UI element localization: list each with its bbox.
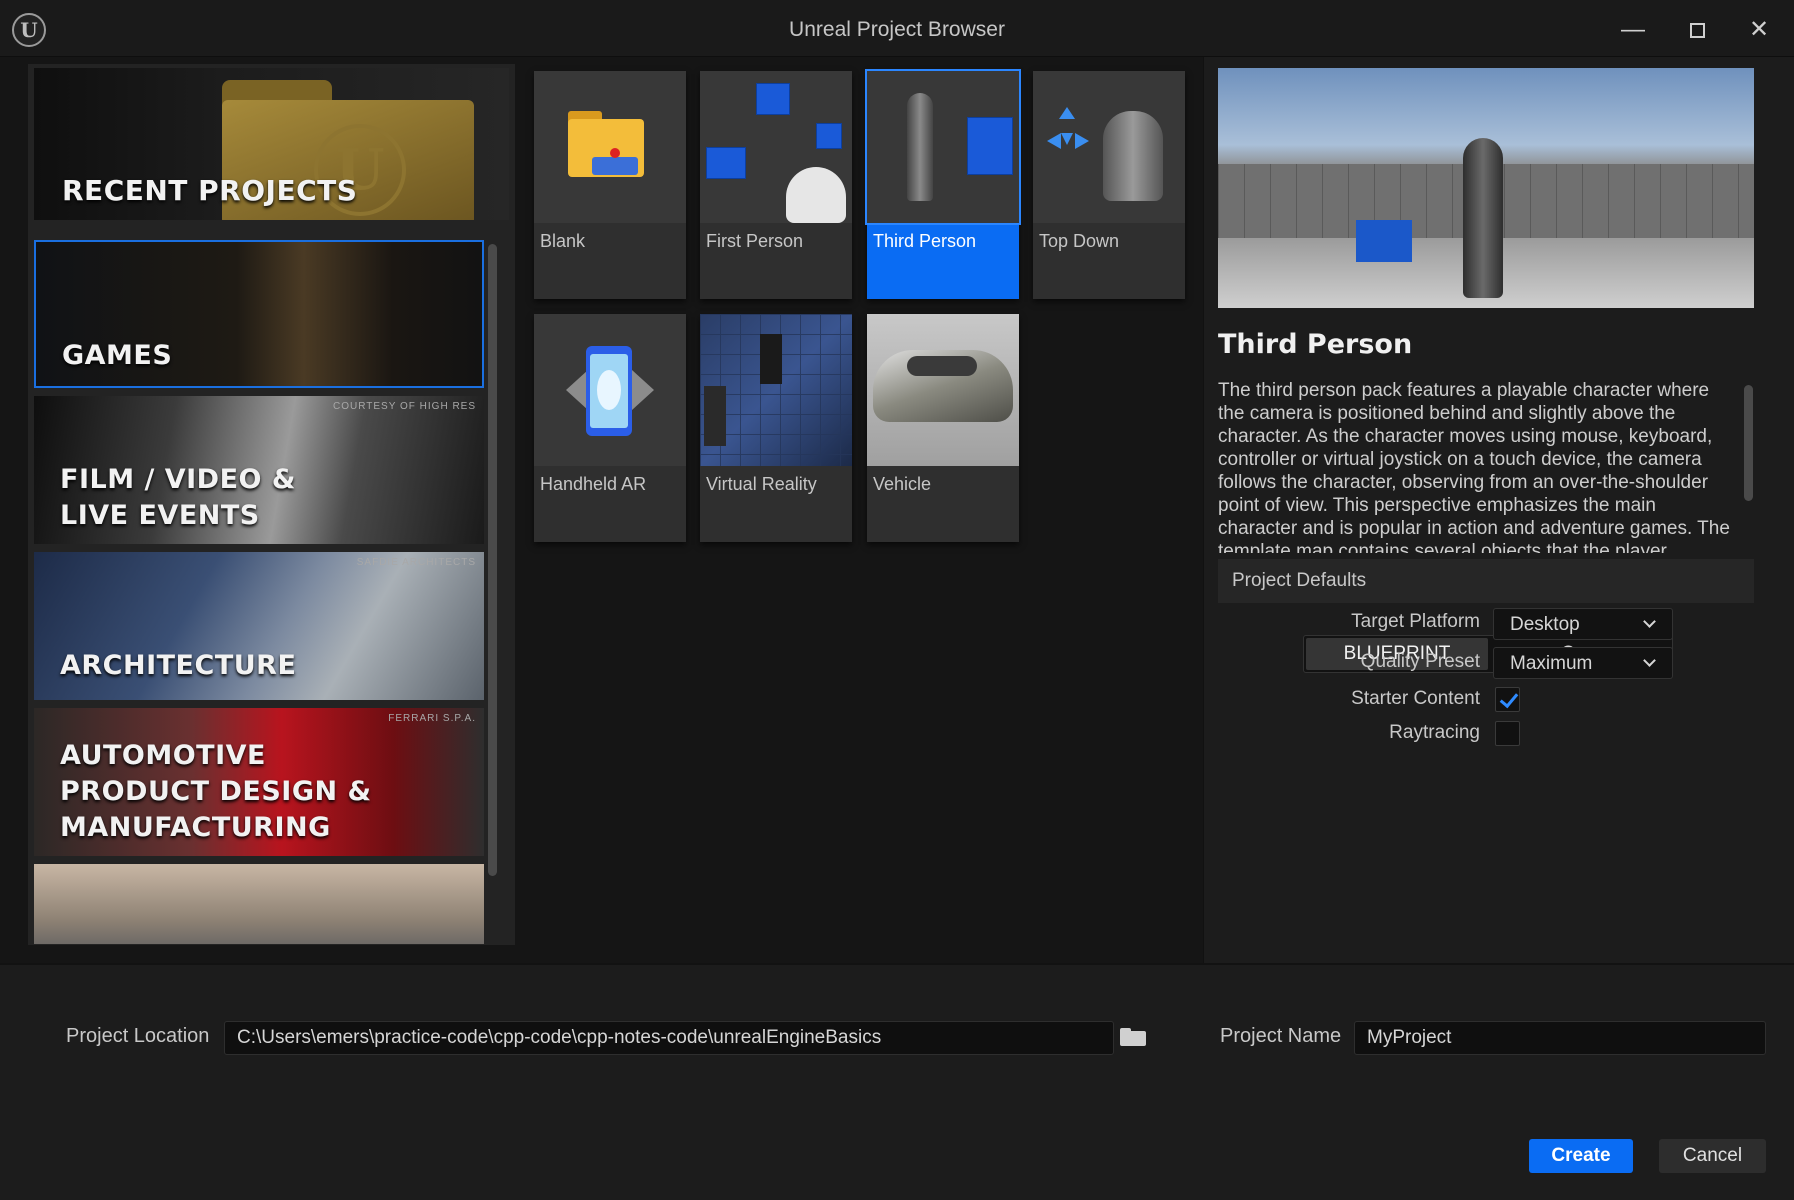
template-third-person[interactable]: Third Person	[865, 69, 1021, 299]
project-location-input[interactable]: C:\Users\emers\practice-code\cpp-code\cp…	[224, 1021, 1114, 1055]
template-label: Handheld AR	[540, 474, 647, 494]
blank-thumbnail	[534, 71, 686, 223]
target-platform-dropdown[interactable]: Desktop	[1493, 608, 1673, 640]
project-settings-footer: Project Location C:\Users\emers\practice…	[0, 963, 1794, 1200]
category-panel: U RECENT PROJECTS GAMES COURTESY OF HIGH…	[28, 64, 515, 945]
raytracing-label: Raytracing	[1389, 722, 1480, 743]
template-label: Vehicle	[873, 474, 932, 494]
folder-icon	[568, 111, 644, 177]
template-handheld-ar[interactable]: Handheld AR	[534, 314, 686, 542]
category-automotive-label: AUTOMOTIVE PRODUCT DESIGN & MANUFACTURIN…	[60, 740, 372, 843]
raytracing-checkbox[interactable]	[1495, 721, 1520, 746]
window-title: Unreal Project Browser	[789, 18, 1005, 41]
close-button[interactable]: ✕	[1737, 10, 1781, 50]
template-label: Virtual Reality	[706, 474, 817, 494]
template-label: First Person	[706, 231, 804, 251]
template-label: Blank	[540, 231, 586, 251]
vehicle-thumbnail	[867, 314, 1019, 466]
category-architecture-label: ARCHITECTURE	[60, 650, 297, 681]
top-down-thumbnail	[1033, 71, 1185, 223]
project-name-input[interactable]: MyProject	[1354, 1021, 1766, 1055]
recent-projects-label: RECENT PROJECTS	[62, 174, 358, 207]
template-vehicle[interactable]: Vehicle	[867, 314, 1019, 542]
template-blank[interactable]: Blank	[534, 71, 686, 299]
template-preview-image	[1218, 68, 1754, 308]
auto-credit: FERRARI S.P.A.	[388, 713, 476, 724]
create-button[interactable]: Create	[1529, 1139, 1633, 1173]
chevron-down-icon	[1643, 654, 1656, 667]
first-person-thumbnail	[700, 71, 852, 223]
template-first-person[interactable]: First Person	[700, 71, 852, 299]
template-description: The third person pack features a playabl…	[1218, 380, 1730, 553]
project-name-label: Project Name	[1220, 1025, 1342, 1047]
recent-projects-tile[interactable]: U RECENT PROJECTS	[34, 68, 509, 220]
category-film-video[interactable]: COURTESY OF HIGH RES FILM / VIDEO & LIVE…	[34, 396, 484, 544]
template-label: Third Person	[873, 231, 977, 251]
target-platform-label: Target Platform	[1351, 611, 1480, 632]
browse-folder-icon[interactable]	[1120, 1028, 1146, 1046]
cancel-button[interactable]: Cancel	[1659, 1139, 1766, 1173]
template-title: Third Person	[1218, 329, 1413, 360]
maximize-button[interactable]	[1675, 10, 1719, 50]
quality-preset-dropdown[interactable]: Maximum	[1493, 647, 1673, 679]
category-architecture[interactable]: SAFDIE ARCHITECTS ARCHITECTURE	[34, 552, 484, 700]
starter-content-label: Starter Content	[1351, 688, 1480, 709]
category-games[interactable]: GAMES	[34, 240, 484, 388]
category-automotive[interactable]: FERRARI S.P.A. AUTOMOTIVE PRODUCT DESIGN…	[34, 708, 484, 856]
third-person-thumbnail	[865, 69, 1021, 225]
quality-preset-label: Quality Preset	[1360, 651, 1480, 672]
phone-icon	[566, 346, 654, 436]
project-defaults-header: Project Defaults	[1218, 559, 1754, 603]
handheld-ar-thumbnail	[534, 314, 686, 466]
category-list: GAMES COURTESY OF HIGH RES FILM / VIDEO …	[34, 240, 484, 944]
description-scrollbar[interactable]	[1744, 385, 1753, 501]
template-top-down[interactable]: Top Down	[1033, 71, 1185, 299]
category-film-label: FILM / VIDEO & LIVE EVENTS	[60, 464, 296, 531]
template-virtual-reality[interactable]: Virtual Reality	[700, 314, 852, 542]
category-simulation[interactable]	[34, 864, 484, 944]
arch-credit: SAFDIE ARCHITECTS	[356, 557, 476, 568]
project-location-label: Project Location	[66, 1025, 210, 1047]
title-bar: U Unreal Project Browser — ✕	[0, 0, 1794, 57]
category-games-label: GAMES	[62, 340, 173, 371]
maximize-icon	[1689, 23, 1705, 39]
starter-content-checkbox[interactable]	[1495, 687, 1520, 712]
details-panel: Third Person The third person pack featu…	[1203, 57, 1794, 963]
chevron-down-icon	[1643, 615, 1656, 628]
template-label: Top Down	[1039, 231, 1120, 251]
film-credit: COURTESY OF HIGH RES	[333, 401, 476, 412]
minimize-button[interactable]: —	[1611, 10, 1655, 50]
category-scrollbar[interactable]	[488, 244, 497, 876]
virtual-reality-thumbnail	[700, 314, 852, 466]
